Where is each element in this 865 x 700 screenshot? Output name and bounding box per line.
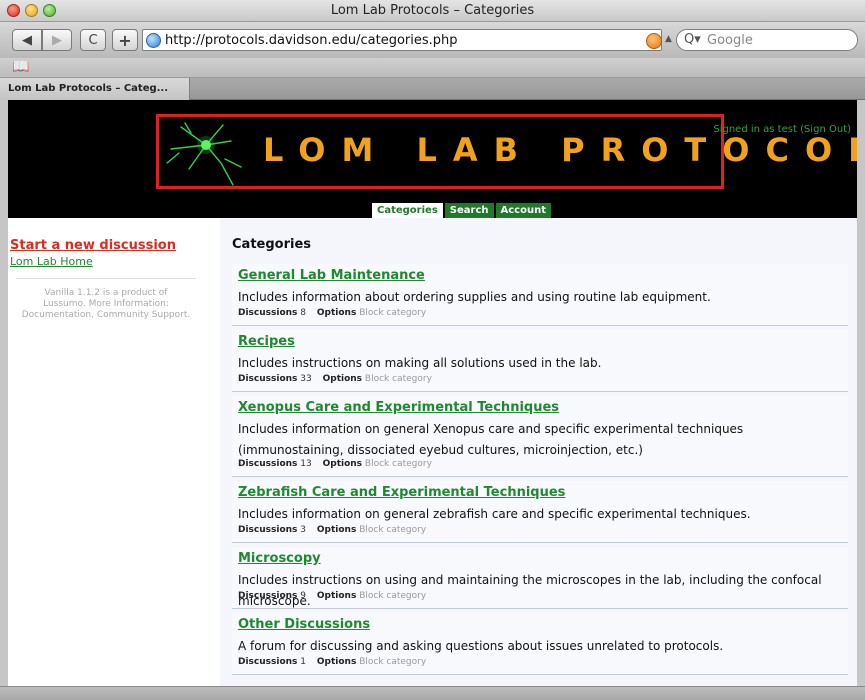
- category-description: Includes information on general zebrafis…: [238, 507, 751, 521]
- category-description: A forum for discussing and asking questi…: [238, 639, 724, 653]
- sidebar-divider: [16, 278, 196, 279]
- bookmarks-bar: 📖: [0, 58, 865, 78]
- back-arrow-icon: ◀: [22, 32, 32, 48]
- block-category-link[interactable]: Block category: [365, 459, 432, 469]
- discussions-label: Discussions: [238, 591, 298, 601]
- discussions-label: Discussions: [238, 308, 298, 318]
- category-title-link[interactable]: Recipes: [238, 334, 295, 349]
- discussions-count: 13: [300, 459, 312, 469]
- address-bar[interactable]: http://protocols.davidson.edu/categories…: [142, 29, 662, 51]
- tab-strip: Lom Lab Protocols – Categ...: [0, 78, 865, 100]
- discussions-count: 9: [300, 591, 307, 601]
- start-discussion-link[interactable]: Start a new discussion: [10, 238, 176, 253]
- globe-icon: [146, 33, 161, 48]
- discussions-count: 8: [300, 308, 307, 318]
- category-description: Includes information about ordering supp…: [238, 290, 711, 304]
- vanilla-credit-line: Lussumo. More Information:: [43, 299, 169, 309]
- category-item: Other Discussions A forum for discussing…: [232, 613, 848, 675]
- category-meta: Discussions 13 Options Block category: [238, 459, 432, 469]
- window-title: Lom Lab Protocols – Categories: [330, 3, 535, 18]
- url-text[interactable]: http://protocols.davidson.edu/categories…: [165, 33, 458, 48]
- logo-banner[interactable]: LOM LAB PROTOCOLS: [156, 114, 857, 189]
- category-title-link[interactable]: Other Discussions: [238, 617, 370, 632]
- window-frame-right: [857, 100, 865, 686]
- search-placeholder: Google: [707, 33, 753, 48]
- options-label: Options: [322, 374, 363, 384]
- main-nav: Categories Search Account: [372, 203, 551, 220]
- discussions-label: Discussions: [238, 525, 298, 535]
- block-category-link[interactable]: Block category: [359, 308, 426, 318]
- category-item: Recipes Includes instructions on making …: [232, 330, 848, 392]
- block-category-link[interactable]: Block category: [359, 525, 426, 535]
- logo-text: LOM LAB PROTOCOLS: [263, 131, 857, 169]
- category-meta: Discussions 9 Options Block category: [238, 591, 426, 601]
- snapback-icon[interactable]: [646, 33, 662, 49]
- category-title-link[interactable]: General Lab Maintenance: [238, 268, 425, 283]
- reload-icon: C: [88, 32, 98, 48]
- signed-in-text: Signed in as test: [713, 124, 797, 135]
- window-frame-left: [0, 100, 8, 686]
- discussions-label: Discussions: [238, 657, 298, 667]
- browser-tab[interactable]: Lom Lab Protocols – Categ...: [0, 78, 190, 100]
- reload-button[interactable]: C: [80, 29, 106, 51]
- sidebar: Start a new discussion Lom Lab Home Vani…: [8, 218, 218, 686]
- block-category-link[interactable]: Block category: [365, 374, 432, 384]
- vanilla-credit: Vanilla 1.1.2 is a product of Lussumo. M…: [8, 288, 204, 321]
- options-label: Options: [316, 657, 357, 667]
- category-meta: Discussions 8 Options Block category: [238, 308, 426, 318]
- category-item: Xenopus Care and Experimental Techniques…: [232, 396, 848, 477]
- signed-in-status: Signed in as test (Sign Out): [713, 124, 851, 135]
- plus-icon: +: [118, 30, 132, 50]
- back-button[interactable]: ◀: [12, 29, 42, 51]
- add-bookmark-button[interactable]: +: [112, 29, 138, 51]
- status-bar: [0, 686, 865, 700]
- page-title: Categories: [232, 237, 312, 252]
- category-description: Includes instructions on making all solu…: [238, 356, 602, 370]
- tab-account[interactable]: Account: [495, 203, 551, 218]
- forward-arrow-icon: ▶: [52, 32, 62, 48]
- tab-search[interactable]: Search: [444, 203, 494, 218]
- discussions-count: 1: [300, 657, 307, 667]
- category-item: General Lab Maintenance Includes informa…: [232, 264, 848, 326]
- vanilla-credit-line: Vanilla 1.1.2 is a product of: [44, 288, 168, 298]
- block-category-link[interactable]: Block category: [359, 657, 426, 667]
- discussions-label: Discussions: [238, 459, 298, 469]
- discussions-count: 3: [300, 525, 307, 535]
- search-icon[interactable]: Q▾: [684, 32, 701, 47]
- browser-toolbar: ◀ ▶ C + http://protocols.davidson.edu/ca…: [0, 22, 865, 58]
- category-item: Zebrafish Care and Experimental Techniqu…: [232, 481, 848, 543]
- lab-home-link[interactable]: Lom Lab Home: [10, 255, 93, 268]
- category-item: Microscopy Includes instructions on usin…: [232, 547, 848, 609]
- category-meta: Discussions 33 Options Block category: [238, 374, 432, 384]
- vanilla-credit-line[interactable]: Documentation, Community Support.: [8, 310, 204, 321]
- search-field[interactable]: Q▾ Google: [676, 29, 858, 51]
- book-icon[interactable]: 📖: [12, 59, 29, 75]
- options-label: Options: [316, 308, 357, 318]
- category-description: Includes information on general Xenopus …: [238, 422, 744, 457]
- page-viewport: LOM LAB PROTOCOLS Signed in as test (Sig…: [8, 100, 857, 686]
- category-title-link[interactable]: Xenopus Care and Experimental Techniques: [238, 400, 559, 415]
- forward-button[interactable]: ▶: [42, 29, 72, 51]
- sign-out-link[interactable]: (Sign Out): [800, 124, 851, 135]
- categories-panel: Categories General Lab Maintenance Inclu…: [220, 218, 857, 686]
- discussions-label: Discussions: [238, 374, 298, 384]
- options-label: Options: [322, 459, 363, 469]
- neuron-icon: [166, 122, 242, 186]
- block-category-link[interactable]: Block category: [359, 591, 426, 601]
- options-label: Options: [316, 591, 357, 601]
- site-header: LOM LAB PROTOCOLS Signed in as test (Sig…: [8, 100, 857, 220]
- options-label: Options: [316, 525, 357, 535]
- search-engine-dropdown-icon[interactable]: ▲: [665, 34, 672, 44]
- category-meta: Discussions 1 Options Block category: [238, 657, 426, 667]
- category-meta: Discussions 3 Options Block category: [238, 525, 426, 535]
- discussions-count: 33: [300, 374, 312, 384]
- category-title-link[interactable]: Zebrafish Care and Experimental Techniqu…: [238, 485, 565, 500]
- category-title-link[interactable]: Microscopy: [238, 551, 321, 566]
- window-titlebar: Lom Lab Protocols – Categories: [0, 0, 865, 22]
